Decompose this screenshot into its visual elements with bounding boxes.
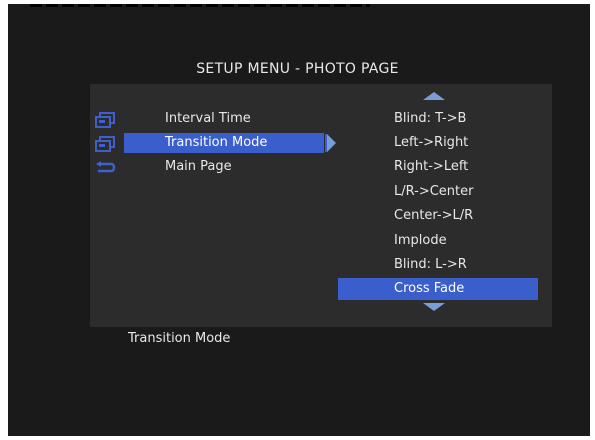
triangle-down-icon[interactable] bbox=[423, 303, 445, 311]
status-text: Transition Mode bbox=[128, 331, 231, 346]
menu-title: SETUP MENU - PHOTO PAGE bbox=[196, 61, 399, 77]
monitor-icon bbox=[93, 135, 117, 153]
submenu-arrow-icon bbox=[327, 134, 336, 152]
return-arrow-icon bbox=[93, 158, 117, 176]
menu-item-interval-time[interactable]: Interval Time bbox=[124, 109, 324, 129]
menu-item-transition-mode[interactable]: Transition Mode bbox=[124, 133, 324, 153]
menu-item-main-page[interactable]: Main Page bbox=[124, 157, 324, 177]
option-lr-center[interactable]: L/R->Center bbox=[338, 181, 538, 203]
option-cross-fade[interactable]: Cross Fade bbox=[338, 278, 538, 300]
option-blind-l-r[interactable]: Blind: L->R bbox=[338, 254, 538, 276]
option-blind-t-b[interactable]: Blind: T->B bbox=[338, 108, 538, 130]
option-right-left[interactable]: Right->Left bbox=[338, 156, 538, 178]
top-border-dashes bbox=[30, 4, 370, 7]
option-center-lr[interactable]: Center->L/R bbox=[338, 205, 538, 227]
option-left-right[interactable]: Left->Right bbox=[338, 132, 538, 154]
monitor-icon bbox=[93, 111, 117, 129]
option-implode[interactable]: Implode bbox=[338, 230, 538, 252]
triangle-up-icon[interactable] bbox=[423, 92, 445, 100]
